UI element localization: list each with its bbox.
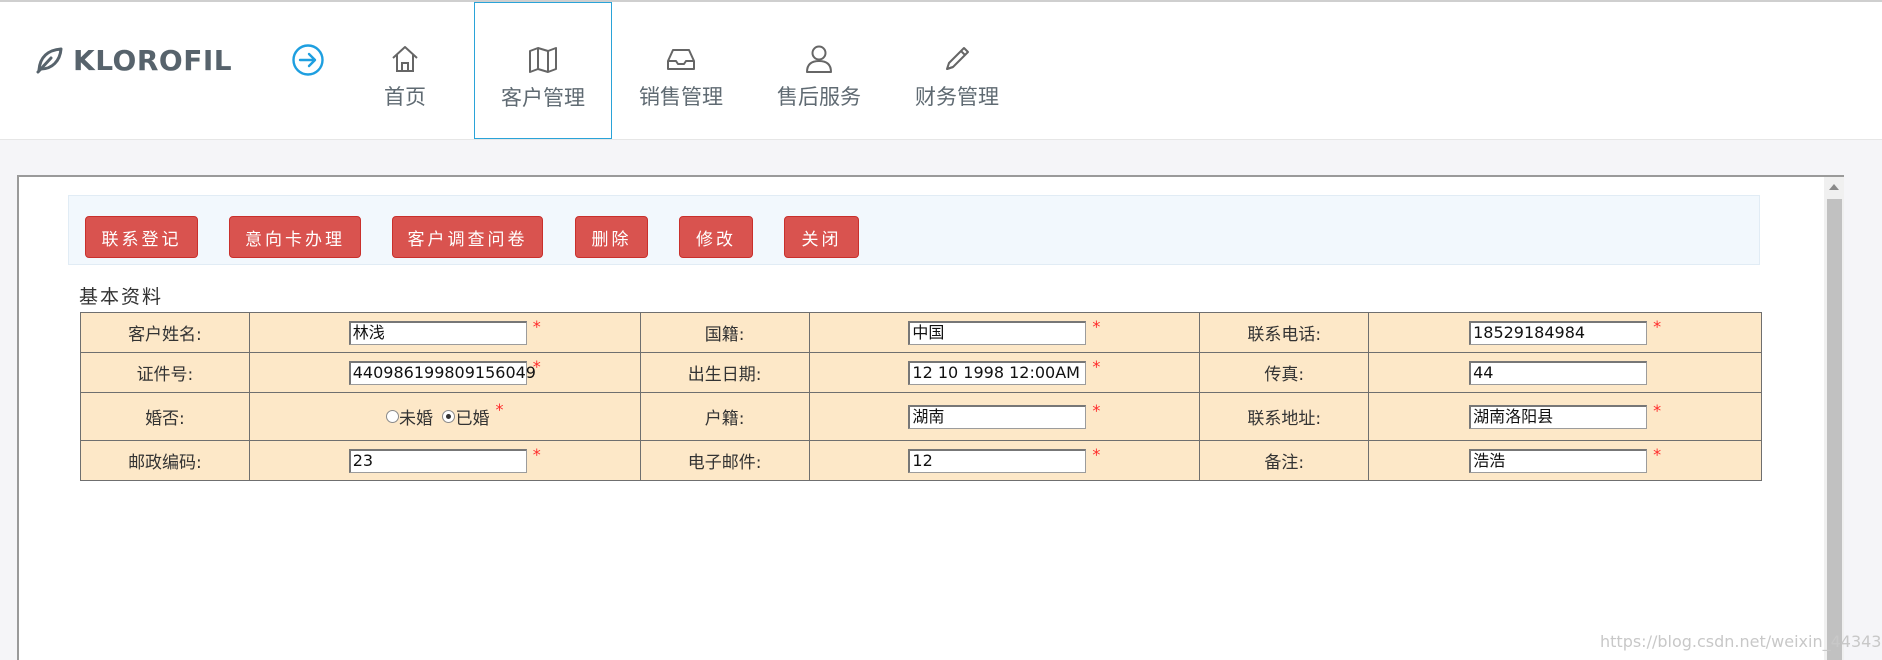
birth-date-label: 出生日期: (639, 352, 810, 393)
watermark-text: https://blog.csdn.net/weixin_44343349 (1600, 632, 1882, 651)
section-title: 基本资料 (79, 286, 164, 308)
home-icon (392, 46, 418, 72)
id-number-cell: 440986199809156049* (248, 352, 641, 393)
customer-survey-button[interactable]: 客户调查问卷 (392, 216, 543, 258)
customer-info-table: 客户姓名: 林浅 * 国籍: 中国 * 联系电话: 18529184984 * 证件号… (80, 312, 1762, 481)
name-cell: 林浅 * (248, 312, 641, 353)
nav-item-sales-management[interactable]: 销售管理 (612, 2, 750, 139)
nav-item-after-sales-service[interactable]: 售后服务 (750, 2, 888, 139)
remark-label: 备注: (1199, 440, 1370, 481)
marital-status-cell: 未婚 已婚 * (248, 392, 641, 441)
required-mark: * (1653, 316, 1662, 336)
nav-item-label: 销售管理 (639, 85, 723, 109)
nav-item-label: 售后服务 (777, 85, 861, 109)
fax-cell: 44* (1368, 352, 1762, 393)
sidebar-toggle-button[interactable] (291, 43, 325, 77)
address-input[interactable]: 湖南洛阳县 (1469, 404, 1648, 429)
user-icon (806, 45, 832, 73)
required-mark: * (1653, 444, 1662, 464)
household-cell: 湖南 * (808, 392, 1201, 441)
nationality-cell: 中国 * (808, 312, 1201, 353)
fax-input[interactable]: 44 (1469, 360, 1648, 385)
inbox-icon (667, 49, 695, 70)
remark-cell: 浩浩 * (1368, 440, 1762, 481)
household-input[interactable]: 湖南 (908, 404, 1087, 429)
close-button[interactable]: 关闭 (784, 216, 859, 258)
scroll-up-arrow-icon[interactable] (1829, 184, 1839, 190)
required-mark: * (1092, 400, 1101, 420)
required-mark: * (532, 316, 541, 336)
brand-name: KLOROFIL (73, 43, 233, 77)
delete-button[interactable]: 删除 (575, 216, 648, 258)
nav-item-label: 财务管理 (915, 85, 999, 109)
phone-input[interactable]: 18529184984 (1469, 320, 1648, 345)
top-navbar: KLOROFIL 首页 客户管理 销售管理 售后服务 财务管理 (0, 2, 1882, 140)
table-row: 客户姓名: 林浅 * 国籍: 中国 * 联系电话: 18529184984 * (80, 312, 1762, 353)
edit-button[interactable]: 修改 (679, 216, 753, 258)
table-row: 证件号: 440986199809156049* 出生日期: 12 10 199… (80, 352, 1762, 393)
name-input[interactable]: 林浅 (348, 320, 527, 345)
postcode-cell: 23 * (248, 440, 641, 481)
phone-cell: 18529184984 * (1368, 312, 1762, 353)
pencil-icon (946, 47, 969, 70)
fax-label: 传真: (1199, 352, 1370, 393)
leaf-icon (36, 47, 63, 74)
required-mark: * (1653, 400, 1662, 420)
email-cell: 12 * (808, 440, 1201, 481)
arrow-right-circle-icon (292, 44, 324, 76)
intent-card-button[interactable]: 意向卡办理 (229, 216, 361, 258)
address-cell: 湖南洛阳县 * (1368, 392, 1762, 441)
postcode-label: 邮政编码: (80, 440, 250, 481)
address-label: 联系地址: (1199, 392, 1370, 441)
scrollbar-thumb[interactable] (1827, 199, 1842, 660)
nav-item-finance-management[interactable]: 财务管理 (888, 2, 1026, 139)
required-mark: * (1092, 356, 1101, 376)
email-label: 电子邮件: (639, 440, 810, 481)
radio-unmarried[interactable] (386, 410, 400, 423)
remark-input[interactable]: 浩浩 (1469, 448, 1648, 473)
id-number-label: 证件号: (80, 352, 250, 393)
required-mark: * (495, 400, 504, 419)
table-row: 邮政编码: 23 * 电子邮件: 12 * 备注: 浩浩 * (80, 440, 1762, 481)
phone-label: 联系电话: (1199, 312, 1370, 353)
required-mark: * (1092, 316, 1101, 336)
map-icon (529, 47, 557, 73)
marital-status-label: 婚否: (80, 392, 250, 441)
birth-date-cell: 12 10 1998 12:00AM * (808, 352, 1201, 393)
household-label: 户籍: (639, 392, 810, 441)
nav-item-home[interactable]: 首页 (336, 2, 474, 139)
radio-married-label: 已婚 (455, 409, 490, 429)
postcode-input[interactable]: 23 (348, 448, 527, 473)
required-mark: * (1092, 444, 1101, 464)
brand-logo[interactable]: KLOROFIL (34, 42, 232, 78)
radio-unmarried-label: 未婚 (399, 409, 434, 429)
id-number-input[interactable]: 440986199809156049 (348, 360, 536, 385)
nav-item-label: 客户管理 (501, 86, 585, 110)
contact-register-button[interactable]: 联系登记 (85, 216, 198, 258)
birth-date-input[interactable]: 12 10 1998 12:00AM (908, 360, 1087, 385)
nationality-input[interactable]: 中国 (908, 320, 1087, 345)
nav-item-customer-management[interactable]: 客户管理 (474, 2, 612, 139)
table-row: 婚否: 未婚 已婚 * 户籍: 湖南 * 联系地址: 湖南洛阳县 * (80, 392, 1762, 441)
nav-item-label: 首页 (384, 85, 426, 109)
required-mark: * (532, 356, 541, 376)
name-label: 客户姓名: (80, 312, 250, 353)
email-input[interactable]: 12 (908, 448, 1087, 473)
nationality-label: 国籍: (639, 312, 810, 353)
radio-married[interactable] (442, 410, 456, 423)
required-mark: * (532, 444, 541, 464)
